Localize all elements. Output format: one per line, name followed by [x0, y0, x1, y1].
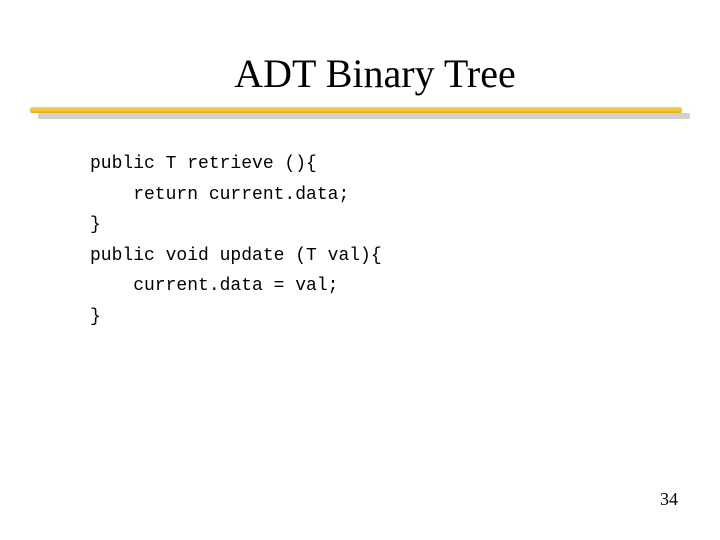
title-underline-bar — [30, 107, 682, 113]
code-line: current.data = val; — [90, 276, 338, 296]
code-line: public void update (T val){ — [90, 246, 382, 266]
code-line: return current.data; — [90, 185, 349, 205]
code-line: public T retrieve (){ — [90, 154, 317, 174]
code-line: } — [90, 215, 101, 235]
page-number: 34 — [660, 489, 678, 510]
slide: ADT Binary Tree public T retrieve (){ re… — [0, 0, 720, 540]
page-title: ADT Binary Tree — [90, 50, 660, 97]
code-block: public T retrieve (){ return current.dat… — [90, 149, 660, 333]
title-underline-shadow — [38, 113, 690, 119]
code-line: } — [90, 307, 101, 327]
title-underline — [30, 107, 690, 121]
